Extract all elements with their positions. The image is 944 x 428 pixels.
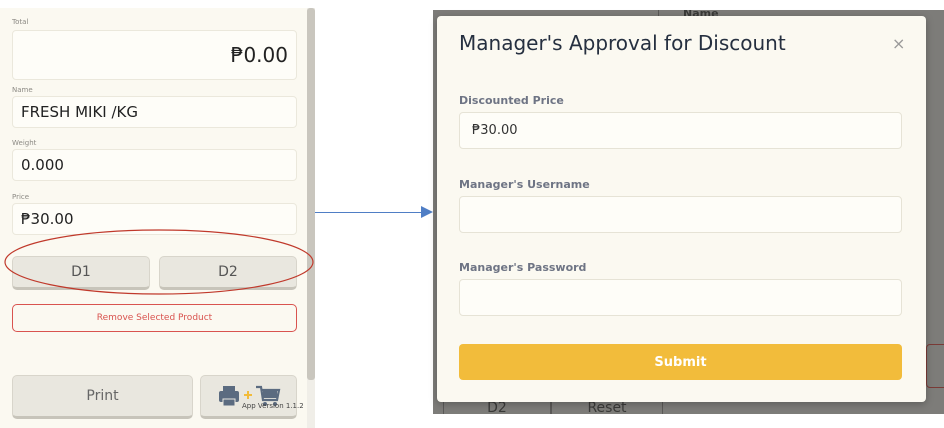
discounted-price-input[interactable]: ₱30.00 [459,112,902,149]
manager-password-label: Manager's Password [459,261,587,274]
discounted-price-label: Discounted Price [459,94,564,107]
manager-username-label: Manager's Username [459,178,590,191]
close-icon[interactable]: × [892,34,905,53]
background-partial-button [926,344,944,388]
manager-username-input[interactable] [459,196,902,233]
screenshot-stage: Total ₱0.00 Name FRESH MIKI /KG Weight 0… [0,0,944,428]
arrow-head [421,206,433,218]
highlight-ellipse [4,229,314,295]
arrow-line [315,212,421,213]
manager-approval-modal: Manager's Approval for Discount × Discou… [437,16,926,402]
submit-button[interactable]: Submit [459,344,902,380]
modal-title: Manager's Approval for Discount [459,31,786,55]
manager-password-input[interactable] [459,279,902,316]
